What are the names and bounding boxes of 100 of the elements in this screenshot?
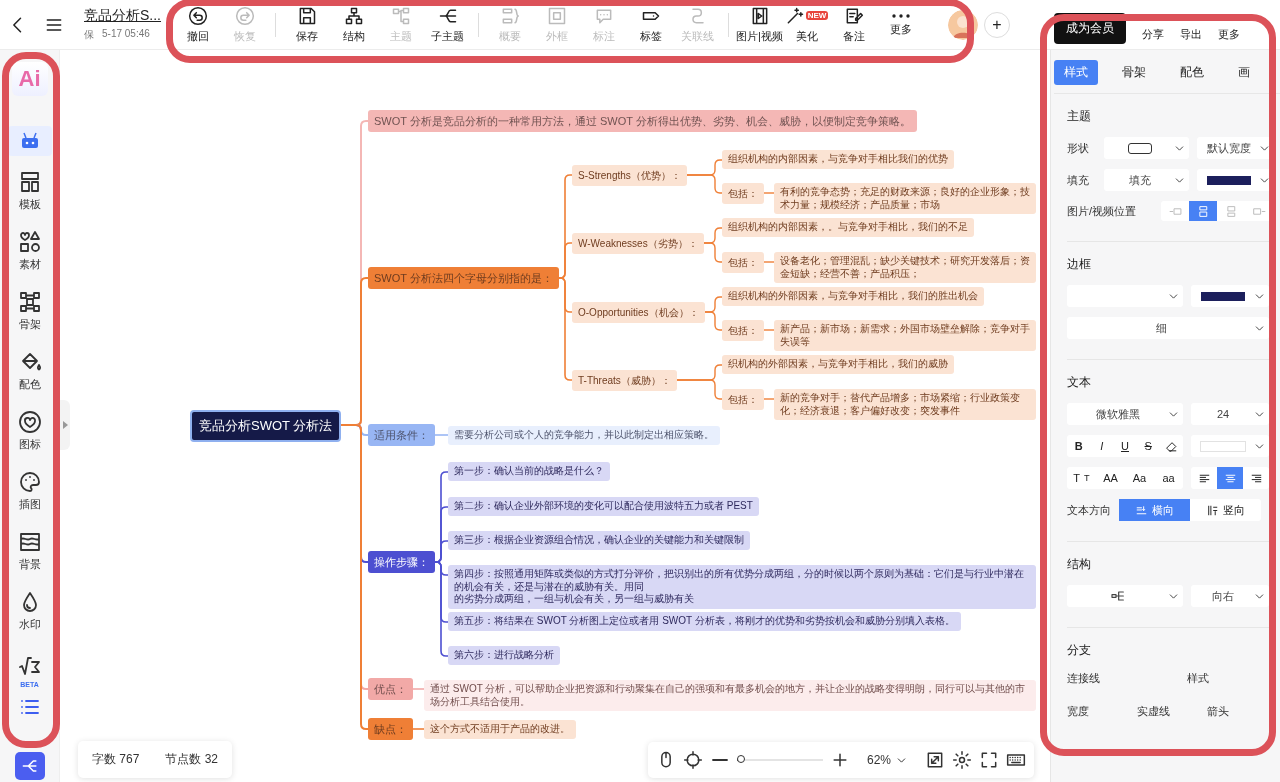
header-action-button[interactable]: 更多 <box>1218 27 1240 42</box>
field-label: 形状 <box>1067 140 1090 156</box>
text-style-button[interactable]: B <box>1067 435 1091 457</box>
border-weight-dropdown[interactable]: 细 <box>1067 317 1269 339</box>
subtopic-node[interactable]: 新产品；新市场；新需求；外国市场壁垒解除；竞争对手失误等 <box>774 320 1036 351</box>
toolbar-button[interactable]: 结构 <box>330 5 377 44</box>
connector-line <box>763 329 775 331</box>
connector-line <box>412 688 425 690</box>
sidebar-item[interactable]: 骨架 <box>17 286 42 336</box>
hierarchy-icon <box>343 5 364 26</box>
assistant-button[interactable] <box>7 126 52 156</box>
subtopic-node[interactable]: 第三步：根据企业资源组合情况，确认企业的关键能力和关键限制 <box>448 531 750 550</box>
subtopic-node[interactable]: W-Weaknesses（劣势）： <box>572 233 704 254</box>
sidebar-item[interactable]: 素材 <box>17 226 42 276</box>
settings-button[interactable] <box>952 750 973 770</box>
stat-text: 字数 767 <box>92 751 140 768</box>
structure-dropdown[interactable] <box>1067 585 1183 607</box>
stat-text: 节点数 32 <box>165 751 219 768</box>
subtopic-node[interactable]: 组织机构的内部因素，。与竞争对手相比，我们的不足 <box>722 218 974 237</box>
sidebar-item[interactable]: 模板 <box>17 166 42 216</box>
panel-tab[interactable]: 样式 <box>1054 60 1098 85</box>
connector-line <box>412 728 425 730</box>
text-style-button[interactable]: U <box>1113 435 1137 457</box>
toolbar-button[interactable]: 更多 <box>877 12 924 37</box>
subtopic-node[interactable]: 包括： <box>722 252 764 273</box>
border-color-dropdown[interactable] <box>1191 285 1269 307</box>
subtopic-node[interactable]: S-Strengths（优势）： <box>572 165 687 186</box>
panel-tab[interactable]: 骨架 <box>1112 60 1156 85</box>
subtopic-node[interactable]: 组织机构的外部因素，与竞争对手相比，我们的胜出机会 <box>722 287 984 306</box>
section-title: 文本 <box>1067 374 1092 391</box>
text-case-button[interactable]: Aa <box>1125 467 1154 489</box>
topic-tree-icon <box>390 5 411 26</box>
text-color-dropdown[interactable] <box>1191 435 1269 457</box>
toolbar-button[interactable]: NEW 美化 <box>783 5 830 44</box>
panel-tab[interactable]: 画 <box>1228 60 1260 85</box>
header-action-button[interactable]: 导出 <box>1180 27 1202 42</box>
connector-line <box>676 379 723 400</box>
zoom-level-dropdown[interactable]: 62% <box>867 753 909 767</box>
toolbar-button[interactable]: 标签 <box>627 5 674 44</box>
subtopic-node[interactable]: 第四步：按照通用矩阵或类似的方式打分评价，把识别出的所有优势分成两组，分的时候以两个原则为基础：它们是与行业中潜在的机会有关，还是与潜在的威胁有关。用同 的劣势分成两组，一组与机会有关，另一组与威胁有关 <box>448 565 1036 609</box>
topic-node[interactable]: 适用条件： <box>368 424 435 446</box>
text-case-button[interactable]: aa <box>1154 467 1183 489</box>
avatar[interactable] <box>948 9 978 40</box>
subtopic-node[interactable]: 第二步：确认企业外部环境的变化可以配合使用波特五力或者 PEST <box>448 497 759 516</box>
subtopic-node[interactable]: T-Threats（威胁）： <box>572 370 677 391</box>
subtopic-node[interactable]: O-Opportunities（机会）： <box>572 302 705 323</box>
toolbar-button[interactable]: 撤回 <box>174 5 221 44</box>
mind-map-mode-button[interactable] <box>14 752 45 780</box>
subtopic-node[interactable]: 有利的竞争态势；充足的财政来源；良好的企业形象；技术力量；规模经济；产品质量；市场 <box>774 183 1036 214</box>
formula-icon <box>17 654 42 678</box>
collapse-handle[interactable] <box>60 400 70 450</box>
subtopic-node[interactable]: 第六步：进行战略分析 <box>448 646 560 665</box>
zoom-out-button[interactable] <box>710 757 730 763</box>
font-size-dropdown[interactable]: 24 <box>1191 403 1269 425</box>
topic-node[interactable]: 操作步骤： <box>368 551 435 573</box>
text-direction-button[interactable]: 横向 <box>1119 499 1190 521</box>
connector-line <box>763 192 775 194</box>
subtopic-node[interactable]: 新的竞争对手；替代产品增多；市场紧缩；行业政策变化；经济衰退；客户偏好改变；突发事件 <box>774 389 1036 420</box>
sidebar-item[interactable]: 配色 <box>17 346 42 396</box>
subtopic-node[interactable]: 通过 SWOT 分析，可以帮助企业把资源和行动聚集在自己的强项和有最多机会的地方，并让企业的战略变得明朗，同行可以与其他的市场分析工具结合使用。 <box>424 680 1036 711</box>
subtopic-node[interactable]: 包括： <box>722 183 764 204</box>
section-title: 边框 <box>1067 256 1092 273</box>
field-label: 图片/视频位置 <box>1067 203 1138 219</box>
text-style-button[interactable]: S <box>1136 435 1160 457</box>
toolbar-button[interactable]: 备注 <box>830 5 877 44</box>
text-case-button[interactable]: AA <box>1096 467 1125 489</box>
settings-icon <box>952 750 973 770</box>
toolbar-button[interactable]: 图片|视频 <box>736 5 783 44</box>
topic-node[interactable]: SWOT 分析是竞品分析的一种常用方法，通过 SWOT 分析得出优势、劣势、机会、威胁，以便制定竞争策略。 <box>368 110 917 132</box>
direction-dropdown[interactable]: 向右 <box>1191 585 1269 607</box>
shape-dropdown[interactable] <box>1104 137 1190 159</box>
panel-tab[interactable]: 配色 <box>1170 60 1214 85</box>
subtopic-node[interactable]: 设备老化；管理混乱；缺少关键技术；研究开发落后；资金短缺；经营不善；产品积压； <box>774 252 1036 283</box>
sidebar-item[interactable]: 图标 <box>17 406 42 456</box>
palette-icon <box>17 470 42 494</box>
subtopic-node[interactable]: 组织机构的内部因素，与竞争对手相比我们的优势 <box>722 150 954 169</box>
subtopic-node[interactable]: 包括： <box>722 389 764 410</box>
text-direction-button[interactable]: 竖向 <box>1190 499 1261 521</box>
font-dropdown[interactable]: 微软雅黑 <box>1067 403 1183 425</box>
subtopic-node[interactable]: 需要分析公司或个人的竞争能力，并以此制定出相应策略。 <box>448 426 720 445</box>
more-icon <box>890 12 911 19</box>
central-topic[interactable]: 竞品分析SWOT 分析法 <box>190 410 342 442</box>
subtopic-node[interactable]: 包括： <box>722 320 764 341</box>
locate-button[interactable] <box>683 750 703 770</box>
toolbar-button[interactable]: 子主题 <box>424 5 471 44</box>
toolbar-button[interactable]: 保存 <box>283 5 330 44</box>
sidebar-item[interactable]: 水印 <box>17 586 42 636</box>
image-position-button[interactable] <box>1189 201 1217 221</box>
subtopic-node[interactable]: 这个方式不适用于产品的改进。 <box>424 720 576 739</box>
document-title[interactable]: 竞品分析S... <box>84 7 160 25</box>
fill-dropdown[interactable]: 填充 <box>1104 169 1190 191</box>
topic-node[interactable]: 优点： <box>368 678 413 700</box>
sidebar-item[interactable]: 背景 <box>17 526 42 576</box>
sidebar-item[interactable]: 插图 <box>17 466 42 516</box>
subtopic-node[interactable]: 第五步：将结果在 SWOT 分析图上定位或者用 SWOT 分析表，将刚才的优势和劣势按机会和威胁分别填入表格。 <box>448 612 961 631</box>
subtopic-node[interactable]: 织机构的外部因素，与竞争对手相比，我们的威胁 <box>722 355 954 374</box>
header-action-button[interactable]: 分享 <box>1142 27 1164 42</box>
connector-line <box>763 261 775 263</box>
subtopic-node[interactable]: 第一步：确认当前的战略是什么？ <box>448 462 610 481</box>
text-style-button[interactable]: I <box>1090 435 1114 457</box>
